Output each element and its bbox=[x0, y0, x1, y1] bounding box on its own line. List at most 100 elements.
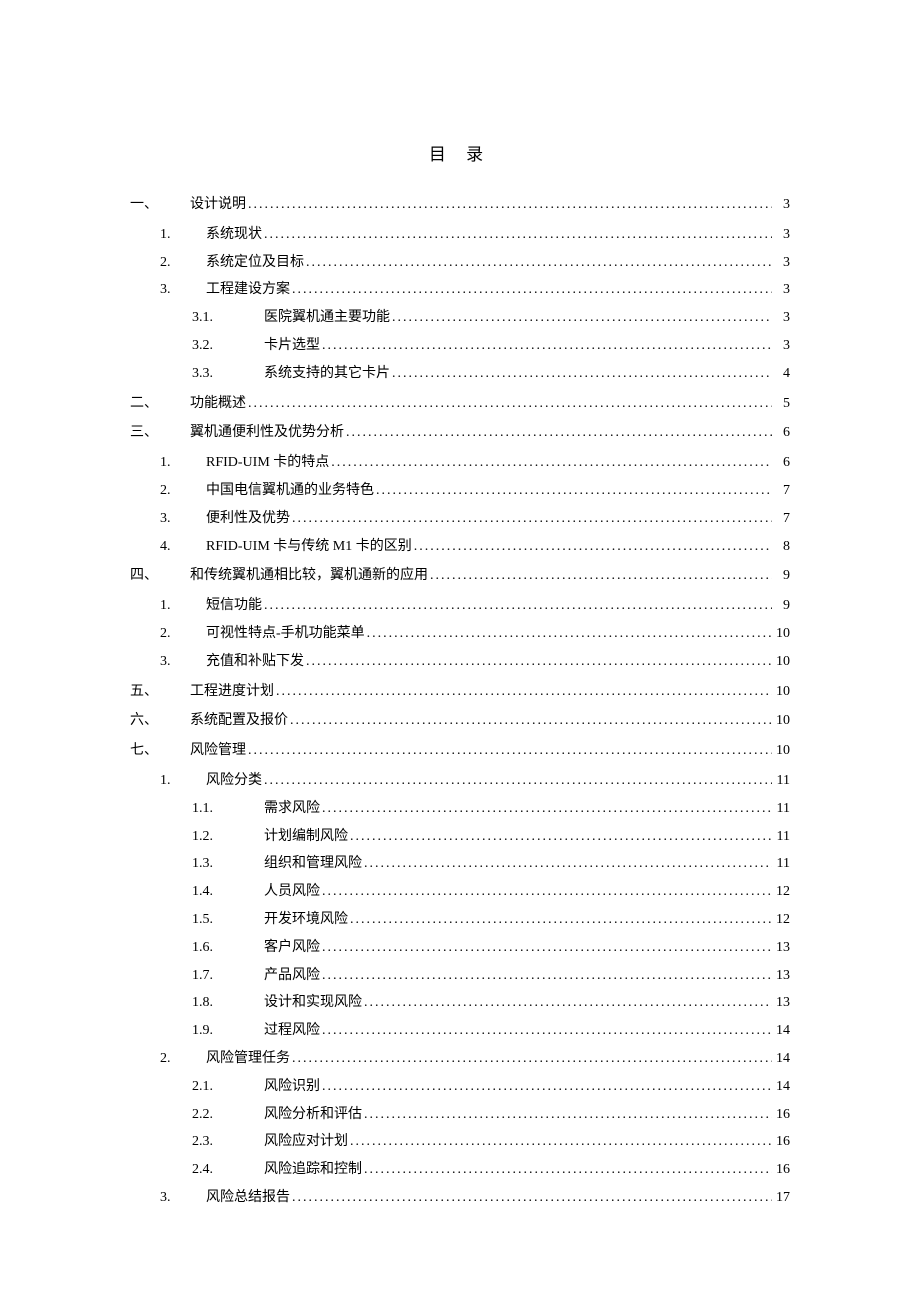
toc-entry-label: 需求风险 bbox=[264, 797, 320, 821]
toc-entry-number: 七、 bbox=[130, 739, 190, 763]
toc-leader-dots: ........................................… bbox=[412, 535, 772, 559]
toc-entry-number: 一、 bbox=[130, 193, 190, 217]
toc-entry: 二、功能概述..................................… bbox=[130, 392, 790, 416]
toc-entry-page: 9 bbox=[772, 594, 790, 618]
toc-entry: 4.RFID-UIM 卡与传统 M1 卡的区别.................… bbox=[130, 535, 790, 559]
toc-entry: 六、系统配置及报价...............................… bbox=[130, 709, 790, 733]
toc-entry-page: 9 bbox=[772, 564, 790, 588]
toc-entry: 四、和传统翼机通相比较，翼机通新的应用.....................… bbox=[130, 564, 790, 588]
toc-entry: 2.可视性特点-手机功能菜单..........................… bbox=[130, 622, 790, 646]
toc-entry-number: 2. bbox=[160, 1047, 206, 1071]
toc-entry: 1.6.客户风险................................… bbox=[130, 936, 790, 960]
toc-entry-page: 14 bbox=[772, 1075, 790, 1099]
toc-entry-number: 1.4. bbox=[192, 880, 264, 904]
toc-entry: 1.5.开发环境风险..............................… bbox=[130, 908, 790, 932]
toc-entry: 2.3.风险应对计划..............................… bbox=[130, 1130, 790, 1154]
toc-entry-page: 13 bbox=[772, 936, 790, 960]
toc-entry-number: 1. bbox=[160, 594, 206, 618]
toc-entry: 1.系统现状..................................… bbox=[130, 223, 790, 247]
toc-entry-page: 13 bbox=[772, 964, 790, 988]
toc-entry-label: RFID-UIM 卡的特点 bbox=[206, 451, 329, 475]
toc-leader-dots: ........................................… bbox=[348, 908, 772, 932]
toc-entry-page: 4 bbox=[772, 362, 790, 386]
toc-entry: 一、设计说明..................................… bbox=[130, 193, 790, 217]
toc-entry-number: 2.4. bbox=[192, 1158, 264, 1182]
toc-entry-page: 12 bbox=[772, 908, 790, 932]
toc-leader-dots: ........................................… bbox=[304, 650, 772, 674]
toc-entry-page: 16 bbox=[772, 1130, 790, 1154]
toc-leader-dots: ........................................… bbox=[390, 306, 772, 330]
toc-entry-number: 3.1. bbox=[192, 306, 264, 330]
toc-entry: 1.1.需求风险................................… bbox=[130, 797, 790, 821]
toc-leader-dots: ........................................… bbox=[348, 825, 772, 849]
toc-entry-number: 1.9. bbox=[192, 1019, 264, 1043]
toc-leader-dots: ........................................… bbox=[246, 193, 772, 217]
toc-leader-dots: ........................................… bbox=[290, 278, 772, 302]
toc-entry-number: 3.2. bbox=[192, 334, 264, 358]
toc-leader-dots: ........................................… bbox=[362, 1158, 772, 1182]
toc-leader-dots: ........................................… bbox=[290, 1186, 772, 1210]
toc-entry-label: 工程建设方案 bbox=[206, 278, 290, 302]
toc-leader-dots: ........................................… bbox=[262, 594, 772, 618]
toc-entry-number: 1.5. bbox=[192, 908, 264, 932]
toc-entry: 3.2.卡片选型................................… bbox=[130, 334, 790, 358]
toc-entry-number: 1.8. bbox=[192, 991, 264, 1015]
toc-entry-label: 和传统翼机通相比较，翼机通新的应用 bbox=[190, 564, 428, 588]
toc-entry-label: 风险管理任务 bbox=[206, 1047, 290, 1071]
toc-entry-label: 医院翼机通主要功能 bbox=[264, 306, 390, 330]
toc-entry-number: 1.3. bbox=[192, 852, 264, 876]
toc-entry-label: 风险分析和评估 bbox=[264, 1103, 362, 1127]
toc-entry-page: 6 bbox=[772, 451, 790, 475]
toc-entry: 2.1.风险识别................................… bbox=[130, 1075, 790, 1099]
toc-entry: 2.2.风险分析和评估.............................… bbox=[130, 1103, 790, 1127]
toc-leader-dots: ........................................… bbox=[246, 392, 772, 416]
toc-entry-label: 系统配置及报价 bbox=[190, 709, 288, 733]
toc-entry-number: 3. bbox=[160, 278, 206, 302]
toc-entry: 1.3.组织和管理风险.............................… bbox=[130, 852, 790, 876]
toc-entry-label: 工程进度计划 bbox=[190, 680, 274, 704]
toc-entry: 1.4.人员风险................................… bbox=[130, 880, 790, 904]
toc-entry-number: 2.1. bbox=[192, 1075, 264, 1099]
toc-leader-dots: ........................................… bbox=[362, 991, 772, 1015]
toc-leader-dots: ........................................… bbox=[290, 507, 772, 531]
toc-entry-number: 四、 bbox=[130, 564, 190, 588]
toc-leader-dots: ........................................… bbox=[246, 739, 772, 763]
toc-entry-page: 7 bbox=[772, 479, 790, 503]
toc-entry-number: 2.3. bbox=[192, 1130, 264, 1154]
toc-entry-page: 11 bbox=[772, 852, 790, 876]
toc-entry-page: 10 bbox=[772, 650, 790, 674]
toc-entry: 3.便利性及优势................................… bbox=[130, 507, 790, 531]
toc-entry-label: 充值和补贴下发 bbox=[206, 650, 304, 674]
toc-entry-page: 10 bbox=[772, 709, 790, 733]
toc-entry-page: 10 bbox=[772, 739, 790, 763]
toc-leader-dots: ........................................… bbox=[362, 1103, 772, 1127]
toc-entry-page: 12 bbox=[772, 880, 790, 904]
toc-entry-label: 便利性及优势 bbox=[206, 507, 290, 531]
toc-entry-label: 可视性特点-手机功能菜单 bbox=[206, 622, 365, 646]
toc-entry-page: 11 bbox=[772, 825, 790, 849]
toc-leader-dots: ........................................… bbox=[320, 880, 772, 904]
toc-leader-dots: ........................................… bbox=[428, 564, 772, 588]
toc-entry-label: 风险识别 bbox=[264, 1075, 320, 1099]
toc-entry: 1.风险分类..................................… bbox=[130, 769, 790, 793]
toc-entry: 2.中国电信翼机通的业务特色..........................… bbox=[130, 479, 790, 503]
toc-entry-page: 3 bbox=[772, 251, 790, 275]
toc-entry-page: 16 bbox=[772, 1158, 790, 1182]
toc-entry-number: 3. bbox=[160, 507, 206, 531]
toc-leader-dots: ........................................… bbox=[390, 362, 772, 386]
toc-entry-page: 17 bbox=[772, 1186, 790, 1210]
toc-entry-number: 1. bbox=[160, 451, 206, 475]
toc-entry: 三、翼机通便利性及优势分析...........................… bbox=[130, 421, 790, 445]
toc-entry-page: 6 bbox=[772, 421, 790, 445]
toc-entry: 3.充值和补贴下发...............................… bbox=[130, 650, 790, 674]
toc-entry-page: 11 bbox=[772, 769, 790, 793]
toc-entry-page: 7 bbox=[772, 507, 790, 531]
toc-leader-dots: ........................................… bbox=[304, 251, 772, 275]
toc-leader-dots: ........................................… bbox=[348, 1130, 772, 1154]
toc-entry: 3.3.系统支持的其它卡片...........................… bbox=[130, 362, 790, 386]
toc-entry-page: 8 bbox=[772, 535, 790, 559]
toc-entry-page: 3 bbox=[772, 334, 790, 358]
toc-entry-label: 设计和实现风险 bbox=[264, 991, 362, 1015]
toc-entry-number: 1. bbox=[160, 769, 206, 793]
toc-entry-label: 风险追踪和控制 bbox=[264, 1158, 362, 1182]
